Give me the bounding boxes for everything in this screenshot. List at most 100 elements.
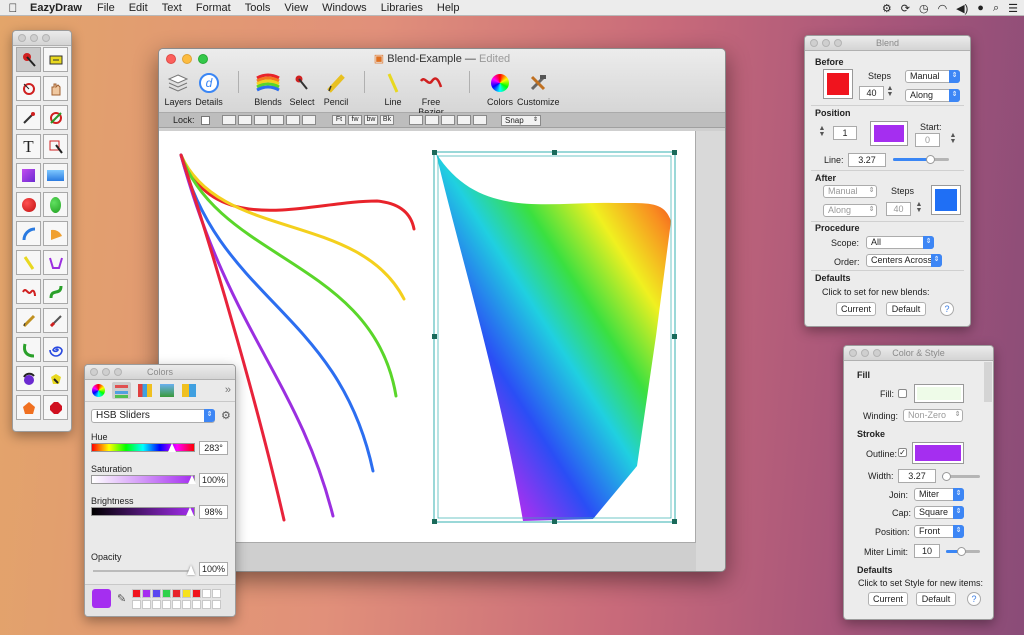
lock-checkbox[interactable] — [201, 116, 210, 125]
current-button[interactable]: Current — [836, 302, 876, 316]
align-option-1[interactable] — [409, 115, 423, 125]
color-swatch[interactable] — [152, 599, 161, 609]
snap-popup[interactable]: Snap ⇕ — [501, 115, 541, 126]
color-swatch[interactable] — [182, 589, 191, 598]
selection-handle[interactable] — [672, 334, 677, 339]
color-mode-select[interactable]: HSB Sliders ⇕ — [91, 409, 215, 423]
eyedropper-icon[interactable]: ✎ — [117, 592, 126, 605]
blend-shape[interactable] — [436, 153, 671, 521]
hand-tool[interactable] — [43, 76, 68, 101]
bezier-tool[interactable] — [43, 279, 68, 304]
hue-field[interactable]: 283° — [199, 441, 228, 455]
line-width-field[interactable]: 3.27 — [848, 153, 886, 167]
selection-handle[interactable] — [432, 334, 437, 339]
lock-option-4[interactable] — [270, 115, 284, 125]
pencil-button[interactable]: Pencil — [320, 69, 352, 107]
join-select[interactable]: Miter ⇕ — [914, 488, 964, 501]
opacity-field[interactable]: 100% — [199, 562, 228, 576]
color-swatch[interactable] — [212, 589, 221, 598]
selection-handle[interactable] — [432, 150, 437, 155]
brightness-slider[interactable] — [91, 507, 195, 516]
fill-checkbox[interactable] — [898, 389, 907, 398]
width-slider[interactable] — [942, 472, 980, 481]
style-default-button[interactable]: Default — [916, 592, 956, 606]
zoom-tool[interactable] — [43, 47, 68, 72]
colors-button[interactable]: Colors — [484, 69, 516, 107]
crayons-tab-icon[interactable] — [182, 384, 196, 397]
after-steps-field[interactable]: 40 — [886, 202, 911, 216]
start-field[interactable]: 0 — [915, 133, 940, 147]
pencil-tool[interactable] — [16, 308, 41, 333]
blends-button[interactable]: Blends — [253, 69, 283, 107]
rectangle-tool[interactable] — [43, 163, 68, 188]
vertical-scroll-area[interactable] — [696, 131, 725, 571]
line-tool[interactable] — [16, 250, 41, 275]
time-machine-icon[interactable]: ◷ — [919, 2, 929, 15]
style-scrollbar[interactable] — [984, 362, 992, 402]
opacity-slider[interactable] — [93, 565, 195, 575]
customize-button[interactable]: Customize — [517, 69, 560, 107]
menu-app-name[interactable]: EazyDraw — [26, 2, 90, 14]
fill-color-well[interactable] — [914, 384, 964, 403]
link-tool[interactable] — [43, 105, 68, 130]
color-swatch[interactable] — [192, 599, 201, 609]
menu-help[interactable]: Help — [430, 2, 467, 14]
select-button[interactable]: Select — [287, 69, 317, 107]
wedge-tool[interactable] — [43, 221, 68, 246]
color-swatch[interactable] — [192, 589, 201, 598]
color-swatch[interactable] — [182, 599, 191, 609]
lock-option-6[interactable] — [302, 115, 316, 125]
layers-button[interactable]: Layers — [163, 69, 193, 107]
polyline-tool[interactable] — [43, 250, 68, 275]
selection-handle[interactable] — [672, 150, 677, 155]
color-swatch[interactable] — [172, 599, 181, 609]
menu-file[interactable]: File — [90, 2, 122, 14]
star-tool[interactable] — [43, 395, 68, 420]
menu-view[interactable]: View — [277, 2, 315, 14]
scope-select[interactable]: All ⇕ — [866, 236, 934, 249]
image-palettes-tab-icon[interactable] — [160, 384, 174, 397]
color-swatch[interactable] — [202, 599, 211, 609]
selection-handle[interactable] — [552, 150, 557, 155]
menu-windows[interactable]: Windows — [315, 2, 374, 14]
order-select[interactable]: Centers Across ⇕ — [866, 254, 942, 267]
start-stepper[interactable]: ▲ ▼ — [949, 132, 957, 147]
menu-text[interactable]: Text — [155, 2, 189, 14]
before-along-select[interactable]: Along ⇕ — [905, 89, 960, 102]
align-option-4[interactable] — [457, 115, 471, 125]
arc-tool[interactable] — [16, 221, 41, 246]
default-button[interactable]: Default — [886, 302, 926, 316]
lock-option-5[interactable] — [286, 115, 300, 125]
color-swatch[interactable] — [202, 589, 211, 598]
circle-tool[interactable] — [16, 192, 41, 217]
user-icon[interactable]: ● — [977, 2, 984, 14]
color-sliders-tab-icon[interactable] — [112, 382, 131, 399]
rotate-tool[interactable] — [16, 76, 41, 101]
before-color-well[interactable] — [823, 69, 853, 99]
color-swatch[interactable] — [142, 599, 151, 609]
color-swatch[interactable] — [132, 599, 141, 609]
gear-icon[interactable]: ⚙ — [221, 409, 231, 422]
brightness-field[interactable]: 98% — [199, 505, 228, 519]
color-swatch[interactable] — [172, 589, 181, 598]
after-along-select[interactable]: Along ⇕ — [823, 204, 877, 217]
color-swatch[interactable] — [142, 589, 151, 598]
eazydraw-status-icon[interactable]: ⚙ — [882, 2, 892, 15]
selection-handle[interactable] — [432, 519, 437, 524]
drawing-canvas[interactable] — [159, 131, 696, 543]
polygon-tool[interactable] — [16, 395, 41, 420]
arrow-select-tool[interactable] — [16, 47, 41, 72]
position-select[interactable]: Front ⇕ — [914, 525, 964, 538]
rotate-shape-tool[interactable] — [16, 366, 41, 391]
miter-limit-field[interactable]: 10 — [914, 544, 940, 558]
font-button-bw[interactable]: bw — [364, 115, 378, 125]
hue-slider[interactable] — [91, 443, 195, 452]
cap-select[interactable]: Square ⇕ — [914, 506, 964, 519]
line-button[interactable]: Line — [378, 69, 408, 107]
knife-tool[interactable] — [43, 308, 68, 333]
details-button[interactable]: d Details — [194, 69, 224, 107]
after-steps-stepper[interactable]: ▲ ▼ — [915, 201, 923, 216]
font-button-fw[interactable]: fw — [348, 115, 362, 125]
before-mode-select[interactable]: Manual ⇕ — [905, 70, 960, 83]
curve-green[interactable] — [179, 153, 398, 398]
